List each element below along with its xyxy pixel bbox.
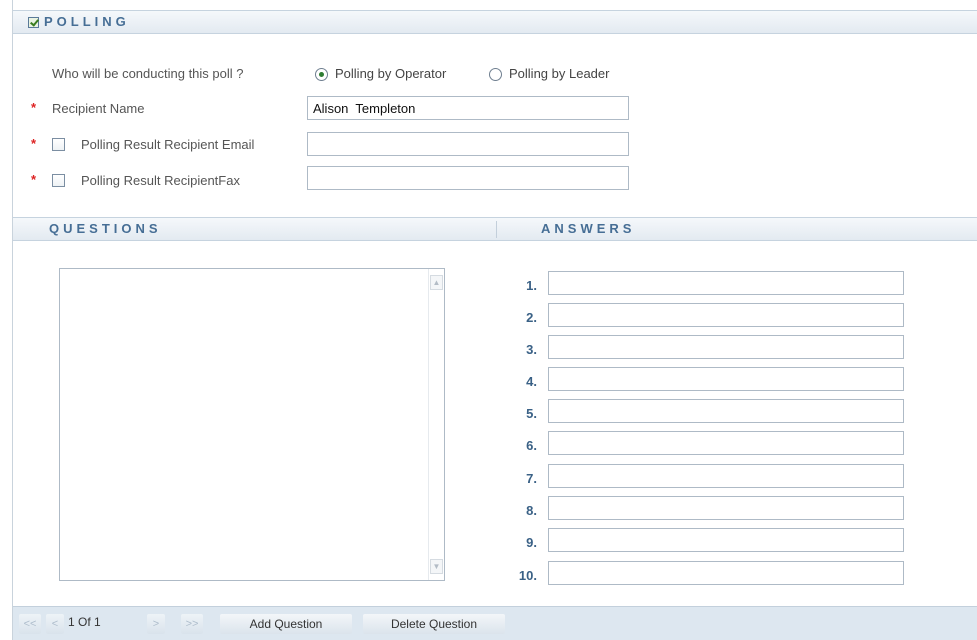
answer-input-3[interactable] — [548, 335, 904, 359]
answer-number: 3. — [526, 342, 537, 357]
page-indicator: 1 Of 1 — [68, 615, 101, 629]
question-scrollbar[interactable]: ▲ ▼ — [428, 269, 444, 580]
scroll-up-icon[interactable]: ▲ — [430, 275, 443, 290]
header-divider — [496, 221, 497, 238]
answer-input-9[interactable] — [548, 528, 904, 552]
answer-input-6[interactable] — [548, 431, 904, 455]
answer-input-1[interactable] — [548, 271, 904, 295]
result-email-label: Polling Result Recipient Email — [81, 137, 255, 152]
answer-input-7[interactable] — [548, 464, 904, 488]
required-marker: * — [31, 100, 37, 115]
add-question-button[interactable]: Add Question — [220, 614, 352, 634]
result-email-input[interactable] — [307, 132, 629, 156]
question-textarea[interactable]: ▲ ▼ — [59, 268, 445, 581]
answer-number: 6. — [526, 438, 537, 453]
answer-number: 9. — [526, 535, 537, 550]
answer-number: 4. — [526, 374, 537, 389]
result-fax-checkbox[interactable] — [52, 174, 65, 187]
last-page-button[interactable]: >> — [181, 614, 203, 634]
questions-title: QUESTIONS — [49, 221, 162, 236]
result-email-checkbox[interactable] — [52, 138, 65, 151]
radio-polling-by-operator[interactable] — [315, 68, 328, 81]
required-marker: * — [31, 136, 37, 151]
answer-input-8[interactable] — [548, 496, 904, 520]
radio-polling-by-leader[interactable] — [489, 68, 502, 81]
answer-input-2[interactable] — [548, 303, 904, 327]
answer-input-4[interactable] — [548, 367, 904, 391]
prev-page-button[interactable]: < — [46, 614, 64, 634]
answers-title: ANSWERS — [541, 221, 636, 236]
result-fax-input[interactable] — [307, 166, 629, 190]
polling-header: POLLING — [13, 10, 977, 34]
answer-number: 5. — [526, 406, 537, 421]
recipient-name-input[interactable] — [307, 96, 629, 120]
delete-question-button[interactable]: Delete Question — [363, 614, 505, 634]
answer-input-5[interactable] — [548, 399, 904, 423]
required-marker: * — [31, 172, 37, 187]
answer-number: 8. — [526, 503, 537, 518]
next-page-button[interactable]: > — [147, 614, 165, 634]
polling-enabled-checkbox[interactable] — [28, 17, 39, 28]
recipient-name-label: Recipient Name — [52, 101, 145, 116]
answer-number: 1. — [526, 278, 537, 293]
polling-title: POLLING — [44, 14, 130, 29]
polling-panel: POLLING Who will be conducting this poll… — [12, 0, 977, 640]
result-fax-label: Polling Result RecipientFax — [81, 173, 240, 188]
question-toolbar: << < 1 Of 1 > >> Add Question Delete Que… — [13, 606, 977, 640]
scroll-down-icon[interactable]: ▼ — [430, 559, 443, 574]
first-page-button[interactable]: << — [19, 614, 41, 634]
questions-answers-header: QUESTIONS ANSWERS — [13, 217, 977, 241]
radio-polling-by-leader-label[interactable]: Polling by Leader — [509, 66, 609, 81]
answer-number: 10. — [518, 568, 537, 583]
conducting-question-label: Who will be conducting this poll ? — [52, 66, 244, 81]
answer-number: 7. — [526, 471, 537, 486]
answer-number: 2. — [526, 310, 537, 325]
radio-polling-by-operator-label[interactable]: Polling by Operator — [335, 66, 446, 81]
answer-input-10[interactable] — [548, 561, 904, 585]
